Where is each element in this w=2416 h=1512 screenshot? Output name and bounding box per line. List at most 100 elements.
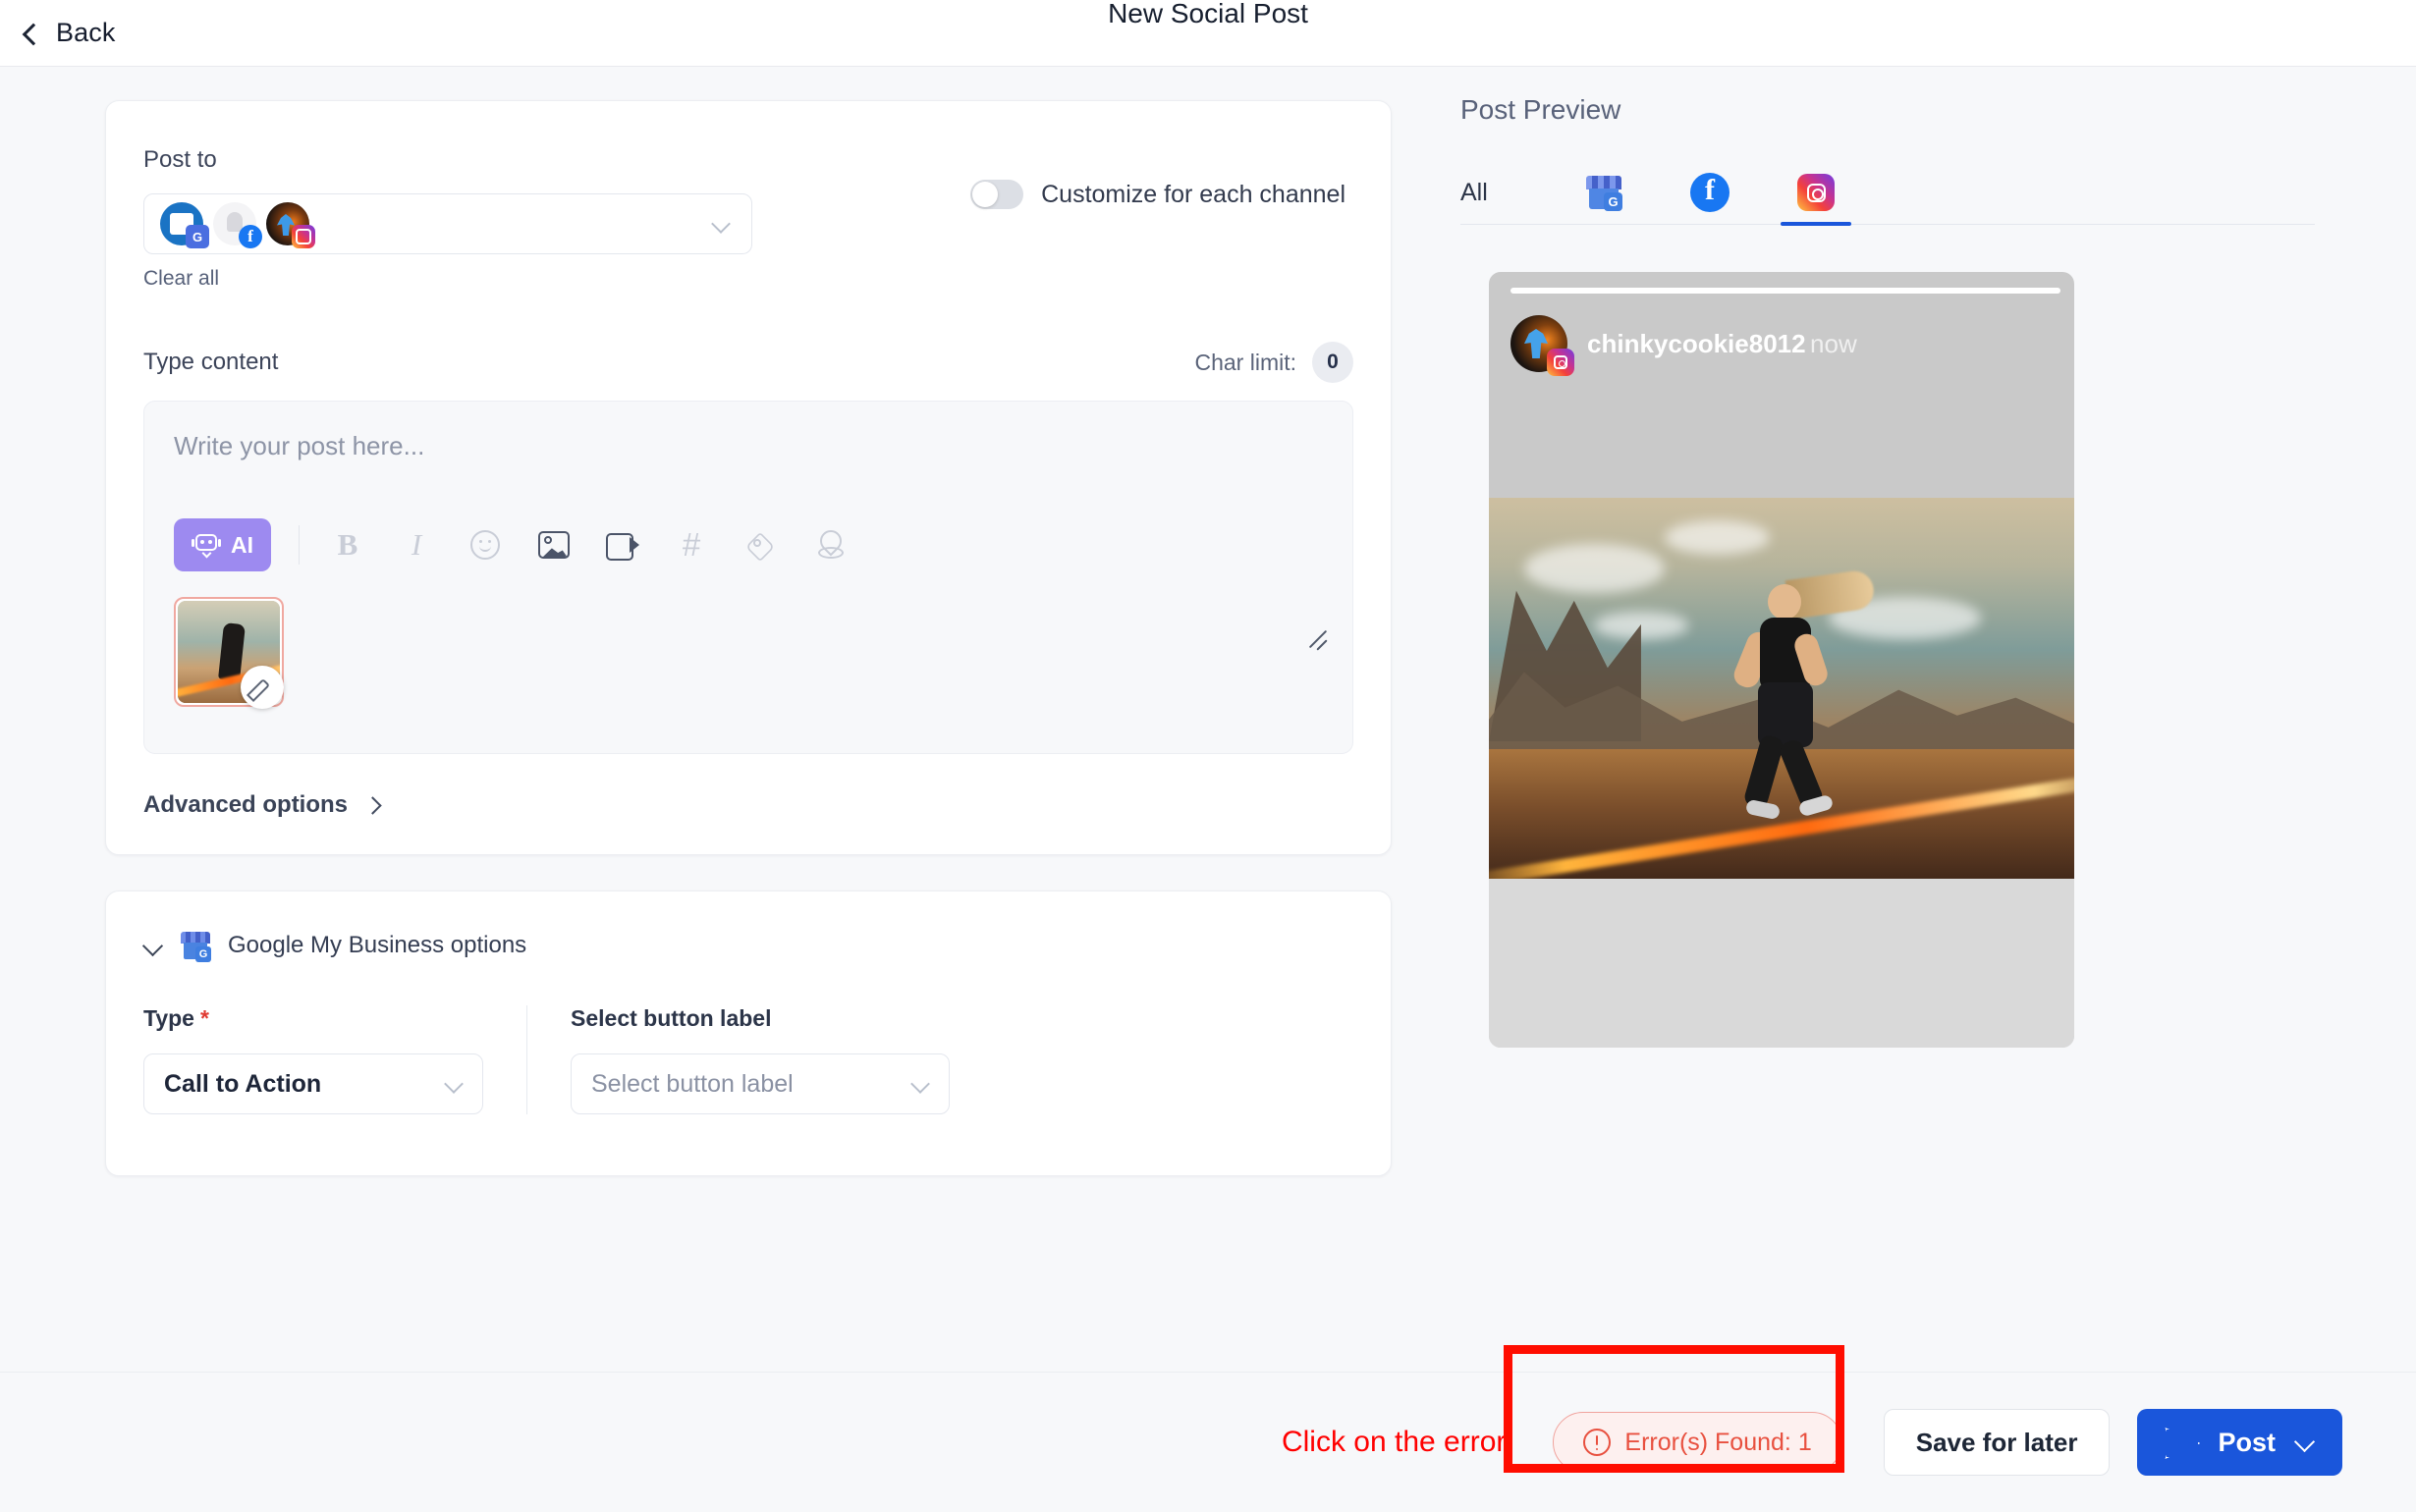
required-asterisk: * bbox=[199, 1005, 209, 1031]
selected-channel-avatars bbox=[160, 202, 319, 248]
instagram-preview-card: chinkycookie8012 now bbox=[1489, 272, 2074, 1048]
gmb-type-label: Type * bbox=[143, 1005, 483, 1032]
hashtag-icon[interactable]: # bbox=[671, 524, 712, 566]
robot-icon bbox=[192, 531, 221, 559]
channel-avatar-gmb[interactable] bbox=[160, 202, 209, 248]
toolbar-divider bbox=[299, 525, 300, 565]
preview-avatar-wrap bbox=[1510, 315, 1574, 376]
char-limit-label: Char limit: bbox=[1194, 349, 1296, 375]
bold-icon[interactable]: B bbox=[327, 524, 368, 566]
tab-instagram[interactable] bbox=[1763, 161, 1869, 226]
ai-button-label: AI bbox=[231, 531, 253, 558]
google-my-business-icon bbox=[186, 225, 209, 248]
preview-author-meta: chinkycookie8012 now bbox=[1587, 329, 1857, 359]
chevron-left-icon bbox=[22, 25, 38, 41]
edit-attachment-button[interactable] bbox=[241, 666, 284, 709]
tag-icon[interactable] bbox=[740, 524, 781, 566]
editor-toolbar: AI B I # bbox=[174, 518, 1323, 571]
advanced-options-label: Advanced options bbox=[143, 791, 349, 818]
gmb-type-select[interactable]: Call to Action bbox=[143, 1053, 483, 1114]
compose-top-row: Post to G f Clear all Customize for each… bbox=[143, 146, 1353, 291]
char-limit-group: Char limit: 0 bbox=[1194, 342, 1353, 383]
compose-column: Post to G f Clear all Customize for each… bbox=[105, 100, 1392, 1176]
image-icon[interactable] bbox=[533, 524, 575, 566]
gmb-section-title: Google My Business options bbox=[228, 932, 527, 958]
gmb-type-value: Call to Action bbox=[164, 1069, 322, 1098]
italic-icon[interactable]: I bbox=[396, 524, 437, 566]
tab-all-label: All bbox=[1460, 178, 1488, 206]
google-my-business-icon: G bbox=[1585, 174, 1622, 211]
post-to-group: Post to G f Clear all bbox=[143, 146, 752, 291]
gmb-button-label-field: Select button label Select button label bbox=[526, 1005, 993, 1114]
customize-toggle-label: Customize for each channel bbox=[1041, 180, 1345, 208]
type-content-label: Type content bbox=[143, 349, 279, 375]
customize-for-each-channel-toggle[interactable] bbox=[970, 180, 1024, 209]
gmb-button-label-placeholder: Select button label bbox=[591, 1069, 794, 1098]
bottom-action-bar: Click on the error Error(s) Found: 1 Sav… bbox=[0, 1372, 2416, 1512]
video-icon[interactable] bbox=[602, 524, 643, 566]
back-button-label: Back bbox=[56, 18, 116, 47]
char-limit-badge: 0 bbox=[1312, 342, 1353, 383]
post-preview-column: Post Preview All G f chinkycookie8012 no… bbox=[1460, 94, 2315, 1048]
clear-all-button[interactable]: Clear all bbox=[143, 267, 752, 291]
chevron-down-icon bbox=[911, 1075, 929, 1093]
errors-found-button[interactable]: Error(s) Found: 1 bbox=[1553, 1412, 1842, 1473]
tab-facebook[interactable] bbox=[1657, 161, 1763, 224]
facebook-icon bbox=[1690, 173, 1730, 212]
gmb-fields: Type * Call to Action Select button label… bbox=[143, 1005, 1353, 1114]
location-icon[interactable] bbox=[808, 524, 850, 566]
preview-caption-area bbox=[1489, 879, 2074, 1048]
channel-avatar-instagram[interactable] bbox=[266, 202, 315, 248]
attachment-thumbnail[interactable] bbox=[174, 597, 284, 709]
send-icon bbox=[2165, 1428, 2198, 1457]
type-content-header: Type content Char limit: 0 bbox=[143, 342, 1353, 383]
post-preview-title: Post Preview bbox=[1460, 94, 1621, 125]
post-button[interactable]: Post bbox=[2137, 1409, 2342, 1476]
chevron-down-icon[interactable] bbox=[712, 215, 730, 233]
chevron-down-icon[interactable] bbox=[2295, 1432, 2315, 1452]
channel-select[interactable] bbox=[143, 193, 752, 254]
gmb-button-label-label: Select button label bbox=[571, 1005, 772, 1031]
chevron-down-icon bbox=[445, 1075, 463, 1093]
pencil-icon bbox=[250, 675, 274, 699]
preview-top-bar bbox=[1510, 288, 2060, 294]
post-to-label: Post to bbox=[143, 146, 217, 173]
instruction-hint: Click on the error bbox=[1281, 1426, 1507, 1458]
errors-found-label: Error(s) Found: 1 bbox=[1624, 1428, 1812, 1456]
runner-figure bbox=[1730, 567, 1877, 820]
editor-resize-handle[interactable] bbox=[1305, 627, 1331, 653]
preview-author-row: chinkycookie8012 now bbox=[1510, 315, 2053, 376]
instagram-icon bbox=[1547, 349, 1574, 376]
preview-media bbox=[1489, 498, 2074, 879]
post-editor[interactable]: Write your post here... AI B I # bbox=[143, 401, 1353, 754]
advanced-options-button[interactable]: Advanced options bbox=[143, 791, 1353, 819]
tab-google-my-business[interactable]: G bbox=[1551, 161, 1657, 224]
instagram-icon bbox=[292, 225, 315, 248]
compose-card: Post to G f Clear all Customize for each… bbox=[105, 100, 1392, 855]
preview-card-header: chinkycookie8012 now bbox=[1489, 272, 2074, 498]
new-social-post-page: Back New Social Post Post to G f Clear a… bbox=[0, 0, 2416, 1512]
preview-timestamp: now bbox=[1810, 328, 1857, 358]
preview-tabs: All G bbox=[1460, 161, 2315, 226]
gmb-section-header[interactable]: G Google My Business options bbox=[143, 929, 1353, 962]
gmb-button-label-select[interactable]: Select button label bbox=[571, 1053, 950, 1114]
chevron-down-icon[interactable] bbox=[143, 936, 163, 955]
post-button-label: Post bbox=[2218, 1427, 2276, 1457]
gmb-type-label-text: Type bbox=[143, 1005, 194, 1031]
alert-circle-icon bbox=[1583, 1429, 1612, 1456]
tab-all[interactable]: All bbox=[1460, 161, 1551, 224]
emoji-icon[interactable] bbox=[465, 524, 506, 566]
ai-button[interactable]: AI bbox=[174, 518, 271, 571]
save-for-later-button[interactable]: Save for later bbox=[1883, 1409, 2111, 1476]
google-my-business-icon: G bbox=[179, 929, 212, 962]
preview-username: chinkycookie8012 bbox=[1587, 328, 1806, 358]
channel-avatar-facebook[interactable] bbox=[213, 202, 262, 248]
gmb-type-field: Type * Call to Action bbox=[143, 1005, 526, 1114]
facebook-icon bbox=[239, 225, 262, 248]
instagram-icon bbox=[1797, 174, 1835, 211]
post-editor-placeholder: Write your post here... bbox=[174, 431, 425, 460]
google-my-business-options-card: G Google My Business options Type * Call … bbox=[105, 891, 1392, 1176]
chevron-right-icon bbox=[365, 797, 381, 813]
back-button[interactable]: Back bbox=[22, 18, 115, 48]
top-bar: Back bbox=[0, 0, 2416, 67]
